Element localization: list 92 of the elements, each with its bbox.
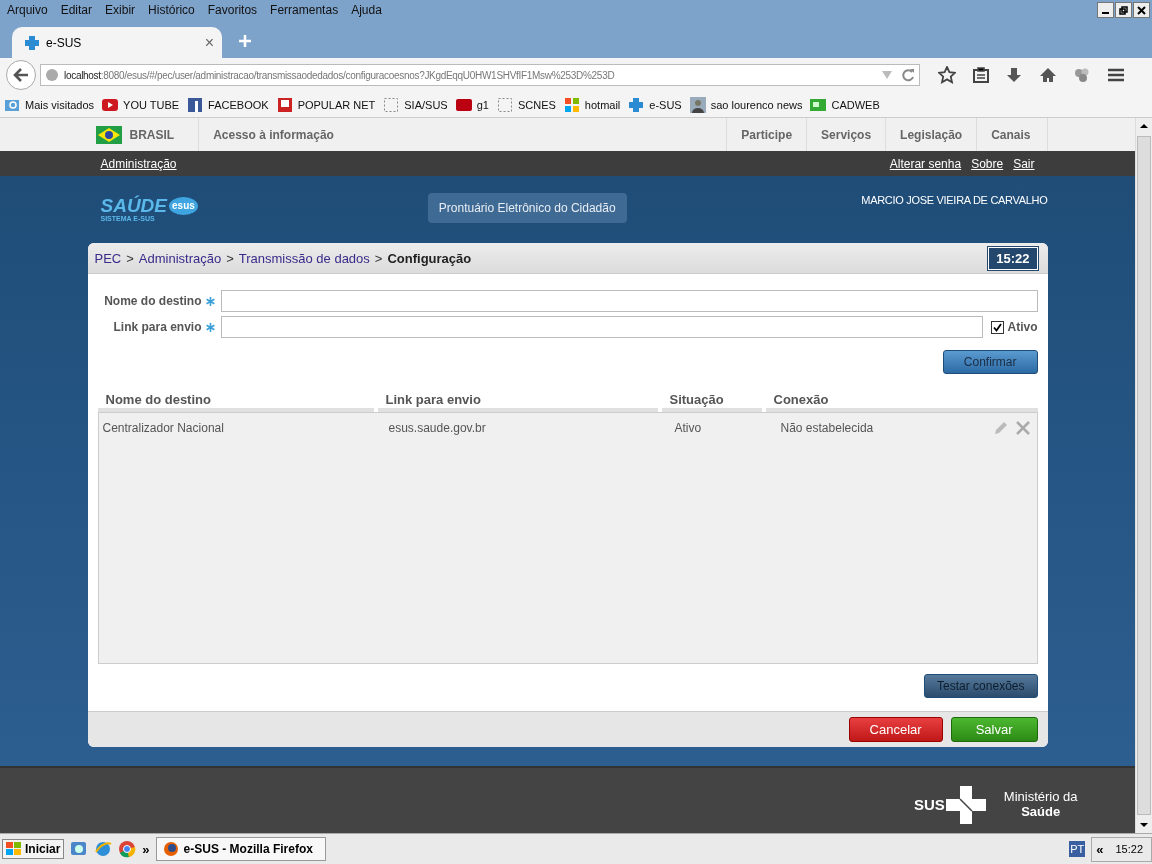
check-icon [992, 322, 1002, 332]
play-icon [102, 96, 119, 113]
breadcrumb-separator: > [126, 250, 134, 266]
bookmark-item[interactable]: CADWEB [810, 96, 880, 113]
bookmark-item[interactable]: e-SUS [628, 96, 682, 113]
cross-icon [24, 34, 40, 51]
new-tab-icon[interactable] [238, 34, 252, 48]
bookmark-item[interactable]: g1 [455, 96, 489, 113]
bookmark-item[interactable]: sao lourenco news [689, 96, 803, 113]
menu-item[interactable]: Histórico [148, 3, 195, 17]
four-squares-icon [563, 96, 580, 113]
sus-logo: SUS [913, 796, 945, 813]
more-button[interactable]: » [142, 841, 150, 857]
tile-icon [455, 96, 472, 113]
collapse-button[interactable]: « [1096, 841, 1104, 857]
user-name: MARCIO JOSE VIEIRA DE CARVALHO [861, 194, 1048, 206]
person-icon [689, 96, 706, 113]
window-icon [276, 96, 293, 113]
breadcrumb-link[interactable]: PEC [94, 250, 122, 266]
back-button[interactable] [6, 60, 36, 90]
breadcrumb-link[interactable]: Administração [138, 250, 222, 266]
start-button[interactable]: Iniciar [2, 839, 65, 859]
ministry-name: Ministério da [1003, 790, 1078, 805]
taskbar-window[interactable]: e-SUS - Mozilla Firefox [155, 837, 326, 861]
bookmark-item[interactable]: SIA/SUS [383, 96, 448, 113]
cross-icon [628, 96, 645, 113]
restore-button[interactable] [1115, 2, 1132, 18]
menu-item[interactable]: Ajuda [351, 3, 382, 17]
checkbox-label: Ativo [1007, 320, 1038, 334]
breadcrumb-separator: > [226, 250, 234, 266]
menu-item[interactable]: Ferramentas [270, 3, 339, 17]
browser-icon[interactable] [94, 840, 113, 858]
sync-icon[interactable] [1074, 67, 1090, 83]
menu-item[interactable]: Arquivo [7, 3, 48, 17]
minimize-button[interactable] [1097, 2, 1114, 18]
browser-icon[interactable] [118, 840, 137, 858]
browser-icon [162, 841, 179, 857]
browser-tab[interactable]: e-SUS × [12, 27, 222, 58]
breadcrumb-separator: > [374, 250, 383, 266]
table-cell-text: Não estabelecida [779, 421, 875, 435]
table-cell-text: Centralizador Nacional [101, 421, 225, 435]
dashed-square-icon [383, 96, 400, 113]
user-link[interactable]: Sobre [971, 156, 1004, 171]
text-field[interactable] [220, 316, 983, 338]
section-link[interactable]: Administração [100, 156, 177, 171]
star-icon[interactable] [938, 66, 956, 84]
reading-list-icon[interactable] [973, 67, 989, 83]
bookmark-item[interactable]: SCNES [496, 96, 556, 113]
active-checkbox[interactable] [990, 320, 1004, 334]
globe-icon [45, 68, 59, 82]
text-field[interactable] [220, 290, 1038, 312]
ministry-name: Saúde [1020, 804, 1062, 819]
desktop-icon[interactable] [70, 840, 89, 858]
four-squares-icon [6, 842, 22, 856]
restore-icon [1119, 5, 1128, 15]
table-cell-text: esus.saude.gov.br [387, 421, 487, 435]
field-label: Nome do destino [103, 294, 202, 308]
user-link[interactable]: Alterar senha [889, 156, 962, 171]
cross-icon [945, 785, 986, 824]
flag-icon [95, 125, 122, 144]
app-name-badge: Prontuário Eletrônico do Cidadão [427, 193, 627, 223]
menu-item[interactable]: Favoritos [207, 3, 258, 17]
close-icon [1137, 5, 1146, 15]
bookmark-item[interactable]: FACEBOOK [187, 96, 269, 113]
table-cell-text: Ativo [673, 421, 703, 435]
language-indicator[interactable]: PT [1069, 841, 1086, 857]
tile-icon [187, 96, 204, 113]
breadcrumb-link[interactable]: Transmissão de dados [238, 250, 370, 266]
bookmark-item[interactable]: YOU TUBE [102, 96, 180, 113]
scrollbar[interactable] [1135, 118, 1152, 833]
minimize-icon [1102, 11, 1109, 14]
session-clock: 15:22 [988, 246, 1038, 270]
dashed-square-icon [496, 96, 513, 113]
field-label: Link para envio [112, 320, 202, 334]
menu-item[interactable]: Exibir [105, 3, 136, 17]
bookmark-item[interactable]: Mais visitados [4, 96, 95, 113]
home-icon[interactable] [1039, 67, 1057, 83]
breadcrumb-current: Configuração [387, 250, 472, 266]
cancel-button[interactable]: Cancelar [848, 717, 943, 742]
menu-icon[interactable] [1107, 67, 1125, 83]
clock: 15:22 [1115, 843, 1143, 855]
card-icon [810, 96, 827, 113]
menu-item[interactable]: Editar [60, 3, 93, 17]
close-button[interactable] [1133, 2, 1150, 18]
address-field[interactable]: localhost:8080/esus/#/pec/user/administracao/transmissaodedados/configuracoesnos?JKgdEqqU0HW1SHVfIF1Msw%253D%253D [40, 64, 920, 86]
bookmark-item[interactable]: hotmail [563, 96, 621, 113]
reload-icon[interactable] [901, 68, 915, 82]
user-link[interactable]: Sair [1013, 156, 1035, 171]
download-icon[interactable] [1006, 67, 1022, 83]
bookmark-item[interactable]: POPULAR NET [276, 96, 376, 113]
back-arrow-icon [13, 68, 29, 82]
access-link[interactable]: Acesso à informação [199, 118, 334, 151]
